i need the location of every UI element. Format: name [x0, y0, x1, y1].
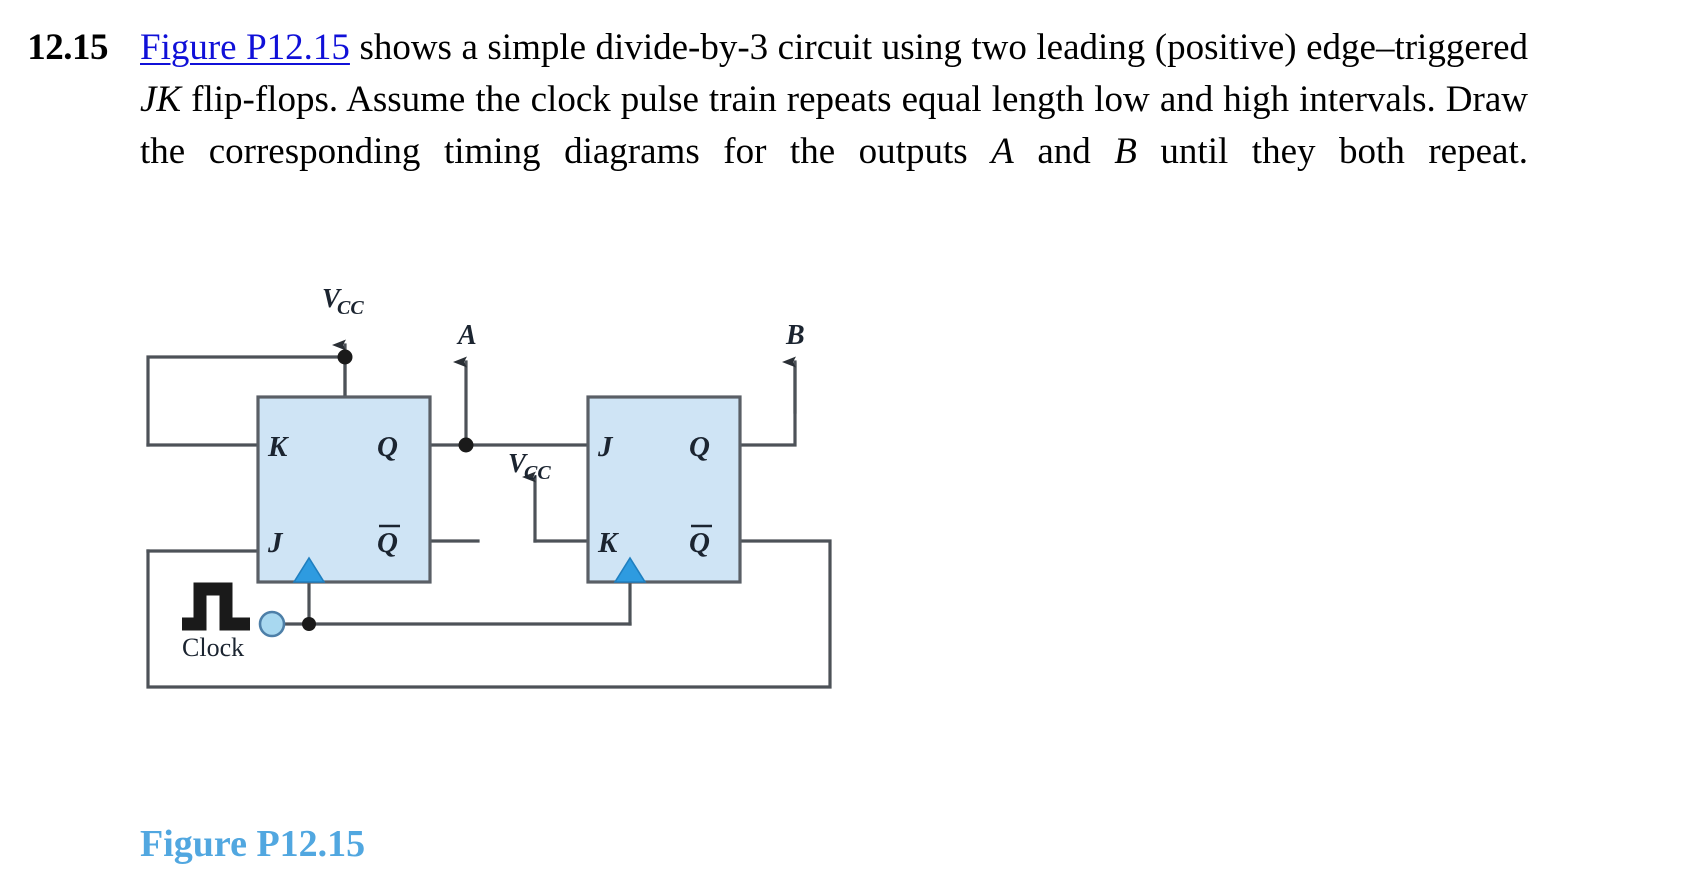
ff2-label-qbar: Q — [689, 527, 710, 559]
circuit-figure: K J Q Q J K Q Q Clock V CC V CC A B — [0, 262, 1703, 732]
problem-italic-b: B — [1114, 131, 1137, 172]
problem-italic-a: A — [991, 131, 1014, 172]
clock-label: Clock — [182, 633, 244, 662]
ff2-label-k: K — [597, 527, 619, 559]
wire-q2-to-b — [738, 362, 797, 447]
ff1-label-j: J — [267, 527, 284, 559]
output-a-label: A — [456, 320, 477, 351]
ff1-label-k: K — [267, 431, 289, 463]
problem-number: 12.15 — [27, 27, 108, 68]
ff2-label-qbar-group: Q — [689, 524, 712, 559]
clock-pulse-icon — [182, 582, 250, 631]
circuit-diagram-svg: K J Q Q J K Q Q Clock V CC V CC A B — [146, 283, 832, 689]
ff1-label-qbar-group: Q — [377, 524, 400, 559]
problem-row: 12.15 Figure P12.15 shows a simple divid… — [0, 22, 1703, 230]
problem-text-1: shows a simple divide-by-3 circuit using… — [349, 27, 1528, 68]
ff2-label-q: Q — [689, 431, 710, 463]
junction-dot-vcc-left — [337, 349, 353, 365]
output-b-label: B — [785, 320, 805, 351]
flip-flop-2[interactable]: J K Q Q — [586, 395, 742, 584]
vcc-left-label-group: V CC — [322, 283, 364, 319]
vcc-mid-label-group: V CC — [508, 448, 551, 484]
clock-input-terminal[interactable] — [258, 610, 286, 638]
flip-flop-1[interactable]: K J Q Q — [256, 395, 432, 584]
flip-flop-1-box[interactable] — [256, 395, 432, 584]
problem-italic-jk: JK — [140, 79, 182, 120]
ff1-label-qbar: Q — [377, 527, 398, 559]
problem-text-4: until they both repeat. — [1136, 131, 1528, 172]
problem-paragraph: Figure P12.15 shows a simple divide-by-3… — [140, 22, 1528, 230]
figure-caption: Figure P12.15 — [140, 823, 366, 865]
ff2-label-j: J — [597, 431, 614, 463]
vcc-mid-subscript: CC — [524, 462, 551, 484]
problem-text-3: and — [1013, 131, 1115, 172]
junction-dot-clock — [302, 617, 316, 631]
junction-dot-output-a — [458, 437, 474, 453]
figure-link[interactable]: Figure P12.15 — [140, 27, 350, 68]
problem-body: Figure P12.15 shows a simple divide-by-3… — [140, 22, 1703, 230]
vcc-left-subscript: CC — [337, 297, 364, 319]
ff1-label-q: Q — [377, 431, 398, 463]
problem-statement: 12.15 Figure P12.15 shows a simple divid… — [0, 22, 1703, 230]
